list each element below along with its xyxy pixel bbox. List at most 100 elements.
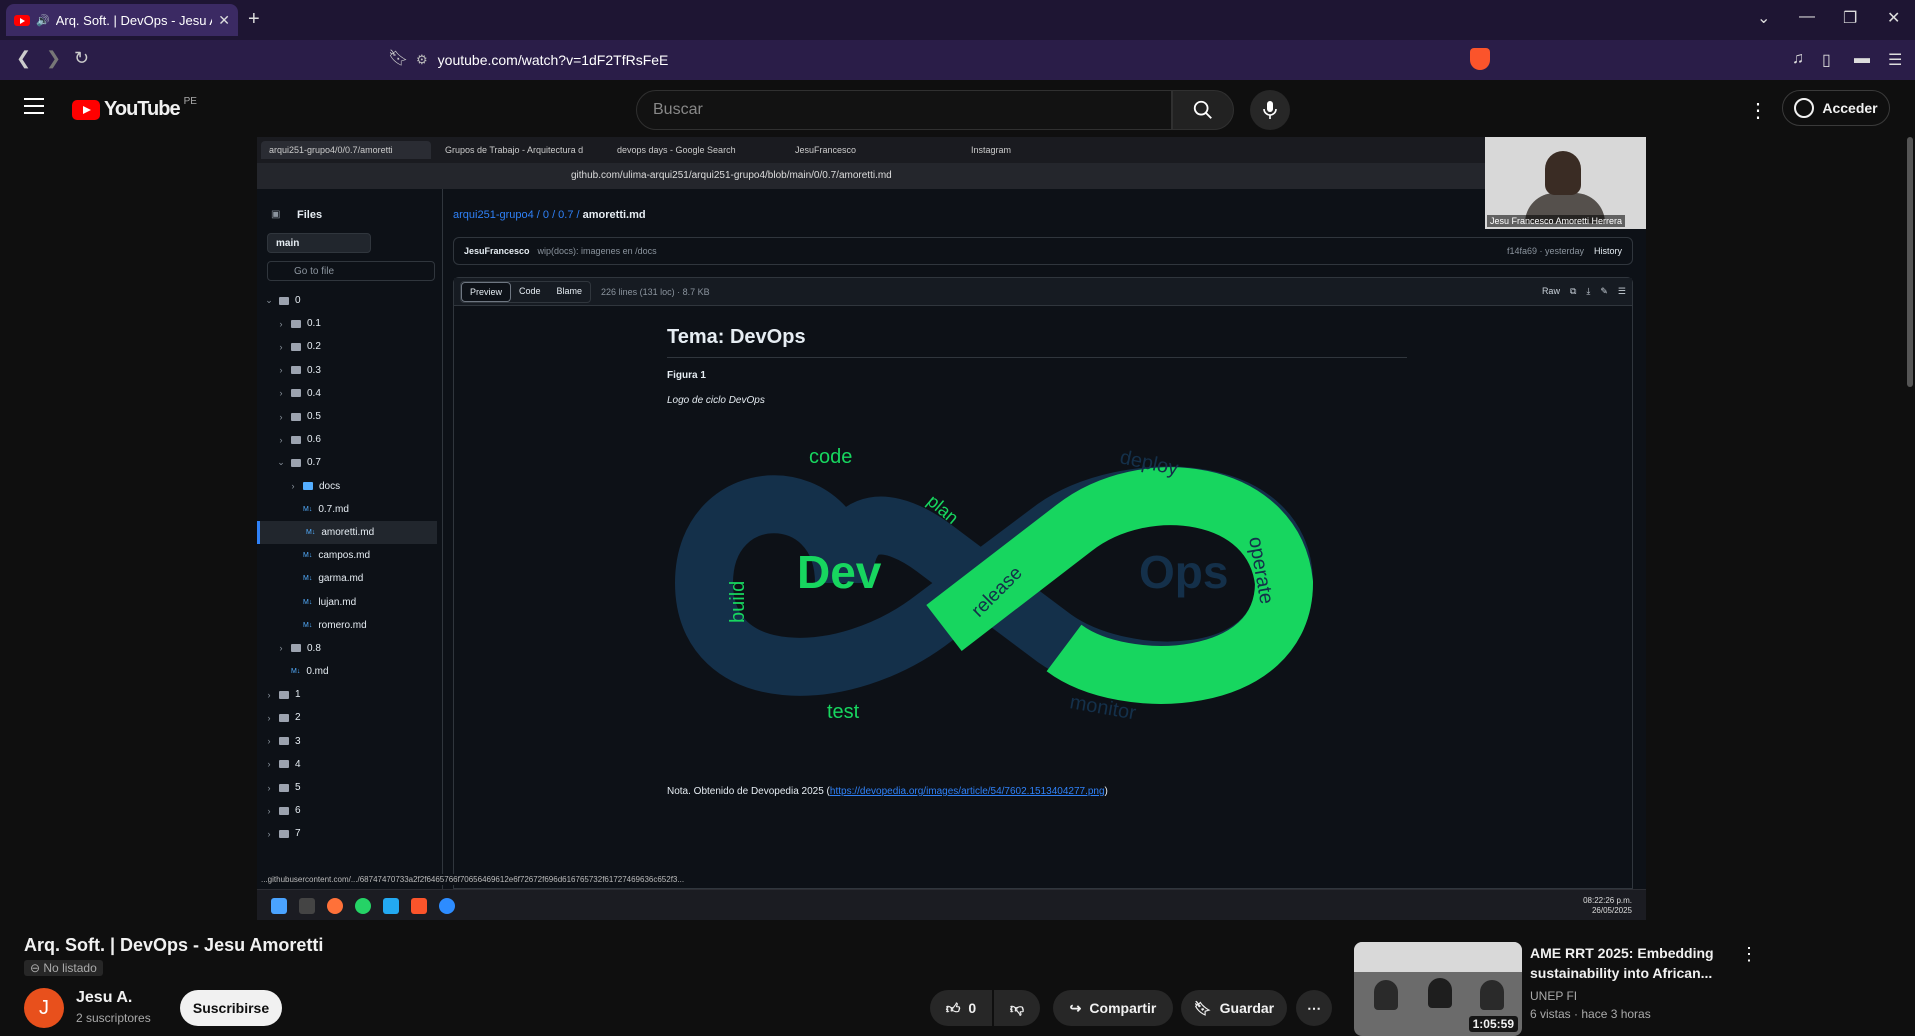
recommended-title[interactable]: AME RRT 2025: Embedding sustainability i… — [1530, 943, 1730, 983]
video-player[interactable]: arqui251-grupo4/0/0.7/amoretti Grupos de… — [257, 137, 1646, 920]
site-info-icon[interactable]: ⚙︎ — [416, 52, 428, 68]
ops-label: Ops — [1139, 546, 1228, 598]
tree-file: M↓ campos.md — [257, 544, 437, 567]
tree-folder: › 0.4 — [257, 382, 437, 405]
folder-icon — [279, 690, 289, 699]
chevron-right-icon: › — [279, 388, 283, 399]
browser-tab-title: Arq. Soft. | DevOps - Jesu Ar — [55, 12, 213, 28]
tree-folder: › 4 — [257, 753, 437, 776]
chevron-right-icon: › — [267, 689, 271, 700]
forward-icon[interactable]: ❯ — [46, 48, 61, 69]
recorded-status-url: ...githubusercontent.com/.../68747470733… — [257, 874, 689, 885]
folder-icon — [291, 644, 301, 653]
firefox-icon — [327, 898, 343, 914]
subscribe-button[interactable]: Suscribirse — [180, 990, 282, 1026]
tree-item-label: romero.md — [318, 619, 367, 631]
address-bar[interactable]: ⚙︎ youtube.com/watch?v=1dF2TfRsFeE — [416, 48, 1488, 72]
more-actions-button[interactable]: ⋯ — [1296, 990, 1332, 1026]
terminal-icon — [299, 898, 315, 914]
close-tab-icon[interactable]: ✕ — [218, 12, 230, 29]
tree-item-label: campos.md — [318, 550, 371, 562]
channel-name[interactable]: Jesu A. — [76, 989, 132, 1007]
tree-folder: › 7 — [257, 822, 437, 845]
breadcrumb-path: arqui251-grupo4 / 0 / 0.7 / — [453, 209, 583, 221]
reload-icon[interactable]: ↻ — [74, 48, 89, 69]
tree-item-label: 0.7 — [307, 457, 321, 469]
page-scrollbar[interactable] — [1905, 137, 1915, 1029]
files-panel-icon: ▣ — [271, 209, 281, 220]
chevron-right-icon: › — [279, 318, 283, 329]
youtube-play-icon — [72, 99, 100, 120]
folder-icon — [291, 342, 301, 351]
youtube-logo[interactable]: YouTube PE — [72, 96, 197, 121]
like-button[interactable]: 👍︎ 0 — [930, 990, 992, 1026]
folder-icon — [291, 435, 301, 444]
tree-file: M↓ 0.7.md — [257, 498, 437, 521]
thumbnail-person — [1480, 980, 1504, 1010]
menu-icon[interactable]: ☰ — [1888, 50, 1902, 70]
back-icon[interactable]: ❮ — [16, 48, 31, 69]
brave-shields-icon[interactable] — [1470, 48, 1490, 70]
browser-tab-active[interactable]: 🔊 Arq. Soft. | DevOps - Jesu Ar ✕ — [6, 4, 238, 36]
tree-item-label: 0.4 — [307, 387, 321, 399]
recommended-channel[interactable]: UNEP FI — [1530, 989, 1577, 1003]
save-button[interactable]: 🔖︎ Guardar — [1181, 990, 1287, 1026]
channel-avatar[interactable]: J — [24, 988, 64, 1028]
stage-build: build — [727, 581, 749, 623]
windows-start-icon — [271, 898, 287, 914]
chevron-right-icon: › — [267, 736, 271, 747]
devops-infinity-diagram: Dev Ops code build test plan release dep… — [674, 446, 1314, 725]
copy-icon: ⧉ — [1569, 286, 1577, 296]
url-text[interactable]: youtube.com/watch?v=1dF2TfRsFeE — [438, 52, 669, 68]
folder-icon — [291, 319, 301, 328]
search-input[interactable]: Buscar — [636, 90, 1172, 130]
settings-kebab-icon[interactable]: ⋮ — [1748, 98, 1768, 123]
recommended-thumbnail[interactable]: 1:05:59 — [1354, 942, 1522, 1036]
tree-item-label: 7 — [295, 828, 301, 840]
dislike-button[interactable]: 👎︎ — [994, 990, 1040, 1026]
share-icon: ↪ — [1069, 999, 1082, 1016]
chevron-right-icon: › — [279, 341, 283, 352]
tree-item-label: 6 — [295, 805, 301, 817]
tree-item-label: 0.8 — [307, 642, 321, 654]
markdown-file-icon: M↓ — [303, 505, 313, 513]
voice-search-button[interactable] — [1250, 90, 1290, 130]
search-button[interactable] — [1172, 90, 1234, 130]
save-label: Guardar — [1219, 1000, 1275, 1016]
audio-playing-icon[interactable]: 🔊 — [36, 14, 50, 27]
stage-test: test — [827, 701, 860, 723]
folder-icon — [279, 829, 289, 838]
new-tab-icon[interactable]: + — [248, 8, 260, 31]
tree-item-label: 0.6 — [307, 434, 321, 446]
browser-toolbar: ❮ ❯ ↻ 🔖︎ ⚙︎ youtube.com/watch?v=1dF2TfRs… — [0, 40, 1915, 80]
tree-file: M↓ romero.md — [257, 614, 437, 637]
signin-button[interactable]: Acceder — [1782, 90, 1890, 126]
close-window-icon[interactable]: ✕ — [1887, 8, 1900, 28]
tree-file: M↓ amoretti.md — [257, 520, 437, 545]
recorded-taskbar: 08:22:26 p.m. 26/05/2025 — [257, 889, 1646, 920]
thumbs-up-icon: 👍︎ — [945, 999, 961, 1016]
country-code: PE — [183, 96, 197, 107]
subscriber-count: 2 suscriptores — [76, 1011, 151, 1025]
wallet-icon[interactable]: ▬ — [1854, 50, 1870, 68]
chevron-right-icon: › — [267, 828, 271, 839]
scrollbar-thumb[interactable] — [1907, 137, 1913, 387]
restore-icon[interactable]: ❐ — [1843, 8, 1857, 28]
recommended-menu-icon[interactable]: ⋮ — [1740, 944, 1758, 965]
markdown-file-icon: M↓ — [303, 621, 313, 629]
tab-search-chevron-icon[interactable]: ⌄ — [1757, 8, 1770, 28]
file-content-area: arqui251-grupo4 / 0 / 0.7 / amoretti.md … — [443, 189, 1646, 889]
tree-item-label: 0.3 — [307, 364, 321, 376]
note-suffix: ) — [1104, 786, 1108, 797]
media-icon[interactable]: ♫ — [1792, 50, 1804, 68]
tree-file: M↓ garma.md — [257, 567, 437, 590]
folder-icon — [291, 366, 301, 375]
guide-menu-icon[interactable] — [24, 98, 44, 114]
bookmark-icon[interactable]: 🔖︎ — [388, 48, 408, 68]
tree-folder: › 0.3 — [257, 359, 437, 382]
tree-folder: › 0.5 — [257, 405, 437, 428]
video-title: Arq. Soft. | DevOps - Jesu Amoretti — [24, 935, 324, 955]
sidebar-icon[interactable]: ▯ — [1822, 50, 1831, 70]
minimize-icon[interactable]: — — [1799, 8, 1815, 26]
share-button[interactable]: ↪ Compartir — [1053, 990, 1173, 1026]
